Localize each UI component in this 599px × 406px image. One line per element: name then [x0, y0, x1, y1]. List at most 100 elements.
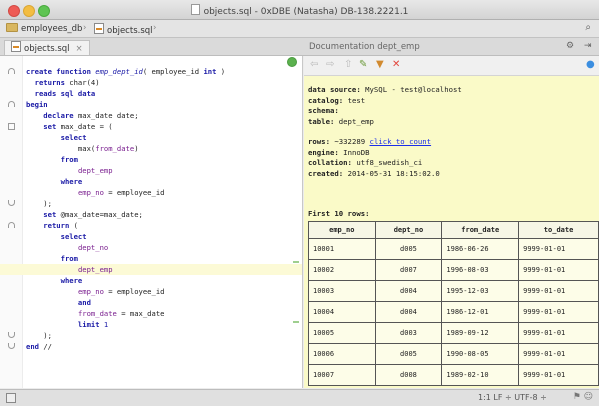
table-cell: d004	[374, 301, 443, 323]
code-line[interactable]: from_date = max_date	[0, 308, 302, 319]
info-line-label: data source:	[308, 85, 361, 94]
code-line[interactable]: dept_no	[0, 242, 302, 253]
fold-marker-icon[interactable]	[8, 101, 15, 107]
detail-line-label: collation:	[308, 158, 352, 167]
code-line[interactable]: dept_emp	[0, 165, 302, 176]
code-line[interactable]: returns char(4)	[0, 77, 302, 88]
table-row: 10002 d007 1996-08-03 9999-01-01	[308, 259, 599, 281]
code-line[interactable]: where	[0, 176, 302, 187]
code-line[interactable]: begin	[0, 99, 302, 110]
code-line[interactable]: set @max_date=max_date;	[0, 209, 302, 220]
navigation-bar: employees_db › objects.sql › ⌕	[0, 20, 599, 38]
fold-marker-icon[interactable]	[8, 68, 15, 74]
fold-marker-icon[interactable]	[8, 332, 15, 338]
column-header[interactable]: emp_no	[308, 221, 376, 239]
status-icons: ⚑ ☺	[572, 392, 593, 402]
column-header[interactable]: from_date	[441, 221, 520, 239]
code-text: emp_no = employee_id	[26, 286, 165, 297]
code-line[interactable]: return (	[0, 220, 302, 231]
code-line[interactable]: emp_no = employee_id	[0, 187, 302, 198]
scrollbar-marker[interactable]	[293, 321, 299, 323]
settings-icon[interactable]: ●	[586, 59, 595, 70]
code-line[interactable]: select	[0, 132, 302, 143]
table-cell: 1996-08-03	[441, 259, 520, 281]
tab-objects-sql[interactable]: objects.sql ×	[4, 40, 90, 55]
code-text: create function emp_dept_id( employee_id…	[26, 66, 225, 77]
code-text: set max_date = (	[26, 121, 113, 132]
scrollbar-marker[interactable]	[293, 261, 299, 263]
code-line[interactable]: limit 1	[0, 319, 302, 330]
table-cell: 1990-08-05	[441, 343, 520, 365]
code-line[interactable]: );	[0, 330, 302, 341]
code-line[interactable]: reads sql data	[0, 88, 302, 99]
up-arrow-icon[interactable]: ⇧	[344, 59, 352, 70]
code-token: dept_no	[77, 243, 109, 252]
table-cell: 1989-02-10	[441, 364, 520, 386]
code-token: select	[26, 232, 87, 241]
inspection-ok-icon[interactable]	[287, 57, 297, 67]
table-cell: d005	[374, 343, 443, 365]
column-header[interactable]: to_date	[518, 221, 599, 239]
code-editor[interactable]: create function emp_dept_id( employee_id…	[0, 56, 303, 388]
code-line[interactable]: create function emp_dept_id( employee_id…	[0, 66, 302, 77]
close-icon[interactable]: ✕	[392, 59, 400, 70]
breadcrumb-file[interactable]: objects.sql	[94, 23, 153, 36]
code-line[interactable]: emp_no = employee_id	[0, 286, 302, 297]
fold-marker-icon[interactable]	[8, 343, 15, 349]
code-line[interactable]: dept_emp	[0, 264, 302, 275]
code-token: reads sql data	[26, 89, 96, 98]
code-text: set @max_date=max_date;	[26, 209, 143, 220]
click-to-count-link[interactable]: click to count	[370, 137, 432, 146]
code-line[interactable]: where	[0, 275, 302, 286]
code-line[interactable]: from	[0, 253, 302, 264]
code-token: max(	[26, 144, 96, 153]
code-line[interactable]: end //	[0, 341, 302, 352]
code-line[interactable]: select	[0, 231, 302, 242]
tool-window-icon[interactable]	[6, 393, 16, 403]
table-cell: 1986-12-01	[441, 301, 520, 323]
tab-label: objects.sql	[24, 44, 70, 54]
tabs-bar: objects.sql × Documentation dept_emp ⚙ ⇥	[0, 38, 599, 56]
code-text: where	[26, 275, 83, 286]
info-line: schema:	[308, 106, 462, 117]
filter-icon[interactable]: ▼	[376, 59, 384, 70]
code-line[interactable]: );	[0, 198, 302, 209]
table-row: 10005 d003 1989-09-12 9999-01-01	[308, 322, 599, 344]
code-token: where	[26, 177, 83, 186]
back-arrow-icon[interactable]: ⇦	[310, 59, 318, 70]
rows-line: rows: ~332289 click to count	[308, 137, 462, 148]
code-text: select	[26, 231, 87, 242]
breadcrumb-project-label: employees_db	[21, 24, 83, 34]
forward-arrow-icon[interactable]: ⇨	[326, 59, 334, 70]
table-cell: d008	[374, 364, 443, 386]
close-tab-icon[interactable]: ×	[76, 44, 83, 54]
code-line[interactable]: and	[0, 297, 302, 308]
fold-marker-icon[interactable]	[8, 222, 15, 228]
code-token: set	[26, 210, 61, 219]
gear-icon[interactable]: ⚙	[566, 41, 574, 51]
breadcrumb-project[interactable]: employees_db	[6, 23, 82, 34]
code-token: returns	[26, 78, 70, 87]
code-token: select	[26, 133, 87, 142]
code-token: max_date = (	[60, 122, 113, 131]
code-line[interactable]: set max_date = (	[0, 121, 302, 132]
code-text: and	[26, 297, 91, 308]
fold-marker-icon[interactable]	[8, 123, 15, 130]
detail-lines: engine: InnoDB collation: utf8_swedish_ci…	[308, 148, 462, 180]
code-line[interactable]: declare max_date date;	[0, 110, 302, 121]
table-row: 10006 d005 1990-08-05 9999-01-01	[308, 343, 599, 365]
edit-source-icon[interactable]: ✎	[359, 59, 367, 70]
code-line[interactable]: from	[0, 154, 302, 165]
code-line[interactable]: max(from_date)	[0, 143, 302, 154]
table-row: 10003 d004 1995-12-03 9999-01-01	[308, 280, 599, 302]
status-bar: 1:1 LF ÷ UTF-8 ÷ ⚑ ☺	[0, 389, 599, 406]
window-title-text: objects.sql - 0xDBE (Natasha) DB-138.222…	[203, 7, 409, 17]
column-header[interactable]: dept_no	[374, 221, 443, 239]
fold-marker-icon[interactable]	[8, 200, 15, 206]
pin-icon[interactable]: ⇥	[584, 41, 592, 51]
search-icon[interactable]: ⌕	[585, 22, 591, 33]
status-text[interactable]: 1:1 LF ÷ UTF-8 ÷	[478, 393, 547, 402]
